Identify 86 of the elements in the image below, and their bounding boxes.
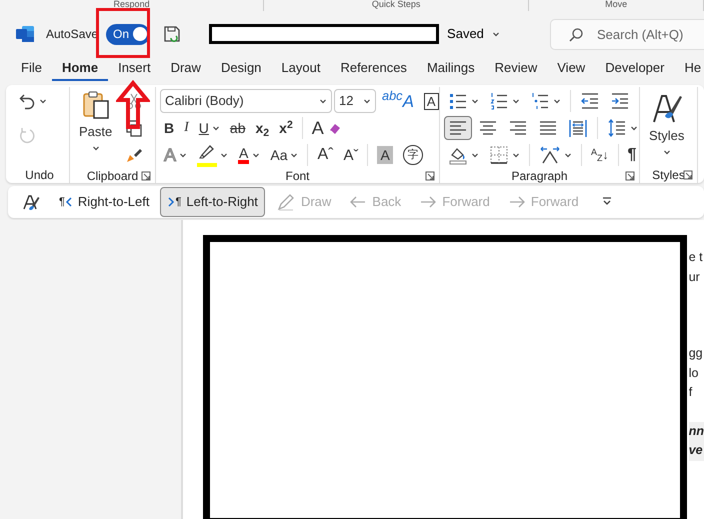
decrease-indent-icon xyxy=(580,91,600,111)
italic-button[interactable]: I xyxy=(180,116,193,140)
autosave-label: AutoSave xyxy=(46,26,98,43)
highlight-frame xyxy=(96,8,150,58)
font-name-field[interactable]: Calibri (Body) xyxy=(160,89,332,113)
shrink-font-button[interactable]: Aˇ xyxy=(339,143,362,167)
ribbon-tab[interactable]: Insert xyxy=(108,55,161,81)
ribbon-tab[interactable]: Home xyxy=(52,55,108,81)
text-fragment: ve xyxy=(688,442,704,459)
font-size-field[interactable]: 12 xyxy=(334,89,376,113)
undo-icon xyxy=(18,92,36,110)
subscript-button[interactable]: x$_{2}$ xyxy=(252,116,274,140)
caret-icon xyxy=(363,97,371,105)
dialog-launcher-button[interactable] xyxy=(141,171,151,181)
borders-icon xyxy=(489,145,509,165)
change-case-button[interactable]: Aa xyxy=(266,143,302,167)
bold-button[interactable]: B xyxy=(160,116,178,140)
ribbon-group-label: Undo xyxy=(25,166,54,183)
text-fragment: f xyxy=(688,384,694,401)
redo-icon xyxy=(18,126,36,144)
dialog-launcher-button[interactable] xyxy=(425,171,435,181)
text-fragment: nn xyxy=(688,422,704,440)
multilevel-list-icon xyxy=(530,91,550,111)
text-fragment: gg xyxy=(688,345,704,362)
search-icon xyxy=(568,26,584,42)
left-to-right-button[interactable]: ¶ Left-to-Right xyxy=(160,187,265,217)
line-spacing-icon xyxy=(607,118,627,138)
styles-button[interactable]: Styles xyxy=(644,87,690,166)
distributed-icon xyxy=(568,118,588,138)
text-fragment: ur xyxy=(688,268,701,286)
caret-icon xyxy=(319,97,327,105)
save-status-button[interactable]: Saved xyxy=(441,23,506,45)
ribbon-tab[interactable]: Mailings xyxy=(416,55,485,81)
bullet-list-icon xyxy=(448,91,468,111)
ribbon-group-label: Font xyxy=(285,168,310,183)
show-marks-button[interactable]: ¶ xyxy=(624,143,640,167)
pen-icon xyxy=(276,192,296,212)
text-fragment: e t xyxy=(688,249,704,266)
pilcrow-glyph: ¶ xyxy=(59,194,65,210)
search-field[interactable]: Search (Alt+Q) xyxy=(550,18,704,50)
ribbon-tab[interactable]: File xyxy=(11,55,52,81)
ribbon-tab[interactable]: References xyxy=(330,55,417,81)
dialog-launcher-button[interactable] xyxy=(625,171,635,181)
phonetic-guide-button[interactable]: $^{abc}$A xyxy=(378,89,418,113)
ribbon-group-label: Move xyxy=(605,0,628,11)
ribbon-tab[interactable]: He xyxy=(674,55,704,81)
superscript-button[interactable]: x$^{2}$ xyxy=(275,116,297,140)
ribbon-tab[interactable]: Draw xyxy=(160,55,211,81)
clipboard-icon xyxy=(80,90,111,120)
launcher-icon xyxy=(141,171,151,181)
clear-formatting-button[interactable]: A xyxy=(308,116,345,140)
ribbon-tab[interactable]: Review xyxy=(484,55,548,81)
chevron-icon xyxy=(64,196,73,208)
strikethrough-button[interactable]: ab xyxy=(226,116,250,140)
ribbon-tab[interactable]: Developer xyxy=(595,55,674,81)
numbered-list-icon xyxy=(489,91,509,111)
launcher-icon xyxy=(425,171,435,181)
pilcrow-glyph: ¶ xyxy=(175,194,182,210)
ribbon-group-label: Respond xyxy=(114,0,150,11)
launcher-icon xyxy=(625,171,635,181)
chevron-icon xyxy=(167,196,176,208)
ribbon-group-label: Paragraph xyxy=(511,168,568,183)
save-icon xyxy=(162,24,182,44)
launcher-icon xyxy=(683,170,693,180)
grow-font-button[interactable]: Aˆ xyxy=(313,143,338,167)
ribbon-group-label: Styles xyxy=(652,166,685,183)
dialog-launcher-button[interactable] xyxy=(683,170,693,180)
caret-icon xyxy=(492,30,500,38)
character-border-button[interactable]: A xyxy=(420,89,443,113)
copy-icon xyxy=(125,119,144,137)
align-left-button[interactable] xyxy=(444,116,472,140)
app-logo-icon xyxy=(15,24,35,44)
font-color-button[interactable]: A xyxy=(234,143,264,167)
ribbon-tab[interactable]: View xyxy=(547,55,596,81)
ribbon-group-label: Quick Steps xyxy=(372,0,420,11)
paste-button[interactable]: Paste xyxy=(74,87,118,167)
annotation-arrow xyxy=(116,80,150,130)
ribbon-tab[interactable]: Layout xyxy=(271,55,330,81)
format-painter-icon xyxy=(125,146,144,164)
ribbon-tab[interactable]: Design xyxy=(210,55,272,81)
text-direction-icon xyxy=(539,144,561,166)
text-fragment: lo xyxy=(688,364,700,382)
underline-button[interactable]: U xyxy=(194,116,224,140)
increase-indent-icon xyxy=(610,91,630,111)
ribbon-group-label: Clipboard xyxy=(86,168,138,183)
right-to-left-button[interactable]: ¶ Right-to-Left xyxy=(52,187,156,217)
